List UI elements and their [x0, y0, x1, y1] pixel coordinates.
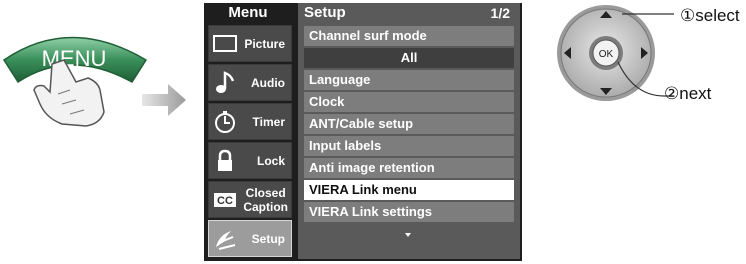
cc-icon: CC	[213, 188, 239, 212]
select-caption: ①select	[680, 6, 740, 25]
side-menu-item-picture[interactable]: Picture	[208, 25, 292, 62]
scroll-down-arrow-icon	[402, 227, 414, 237]
remote-dpad: OK	[556, 2, 676, 112]
svg-text:OK: OK	[599, 49, 614, 60]
right-arrow-icon	[140, 80, 190, 120]
side-menu-label: Lock	[256, 154, 285, 168]
channel-surf-mode-value[interactable]: All	[304, 48, 514, 68]
setup-panel: Setup 1/2 Channel surf mode All Language…	[298, 3, 520, 259]
menu-heading: Menu	[228, 4, 268, 21]
side-menu-label: Timer	[252, 115, 285, 129]
setup-title: Setup	[304, 4, 346, 21]
picture-icon	[213, 32, 239, 56]
padlock-icon	[213, 149, 239, 173]
setup-item-clock[interactable]: Clock	[304, 92, 514, 112]
menu-button-illustration: MENU	[0, 20, 150, 130]
setup-item-input-labels[interactable]: Input labels	[304, 136, 514, 156]
page-indicator: 1/2	[490, 5, 510, 21]
setup-item-viera-link-settings[interactable]: VIERA Link settings	[304, 202, 514, 222]
setup-satellite-icon	[213, 227, 239, 251]
side-menu-item-timer[interactable]: Timer	[208, 103, 292, 140]
side-menu-item-lock[interactable]: Lock	[208, 142, 292, 179]
svg-text:CC: CC	[217, 195, 233, 207]
side-menu-label: Audio	[251, 76, 285, 90]
setup-item-channel-surf-mode[interactable]: Channel surf mode	[304, 26, 514, 46]
next-caption: ②next	[664, 84, 712, 103]
setup-item-language[interactable]: Language	[304, 70, 514, 90]
ok-button[interactable]: OK	[592, 39, 620, 67]
side-menu-item-closed-caption[interactable]: CC Closed Caption	[208, 181, 292, 218]
tv-menu-screen: Menu Picture Audio Timer Lock CC Closed …	[204, 3, 522, 261]
audio-note-icon	[213, 71, 239, 95]
setup-item-ant-cable-setup[interactable]: ANT/Cable setup	[304, 114, 514, 134]
setup-item-viera-link-menu[interactable]: VIERA Link menu	[304, 180, 514, 200]
side-menu-label: Closed Caption	[243, 186, 288, 214]
side-menu-item-audio[interactable]: Audio	[208, 64, 292, 101]
setup-item-anti-image-retention[interactable]: Anti image retention	[304, 158, 514, 178]
side-menu-item-setup[interactable]: Setup	[208, 220, 292, 257]
side-menu-label: Picture	[244, 37, 285, 51]
side-menu-label: Setup	[251, 232, 285, 246]
timer-clock-icon	[213, 110, 239, 134]
